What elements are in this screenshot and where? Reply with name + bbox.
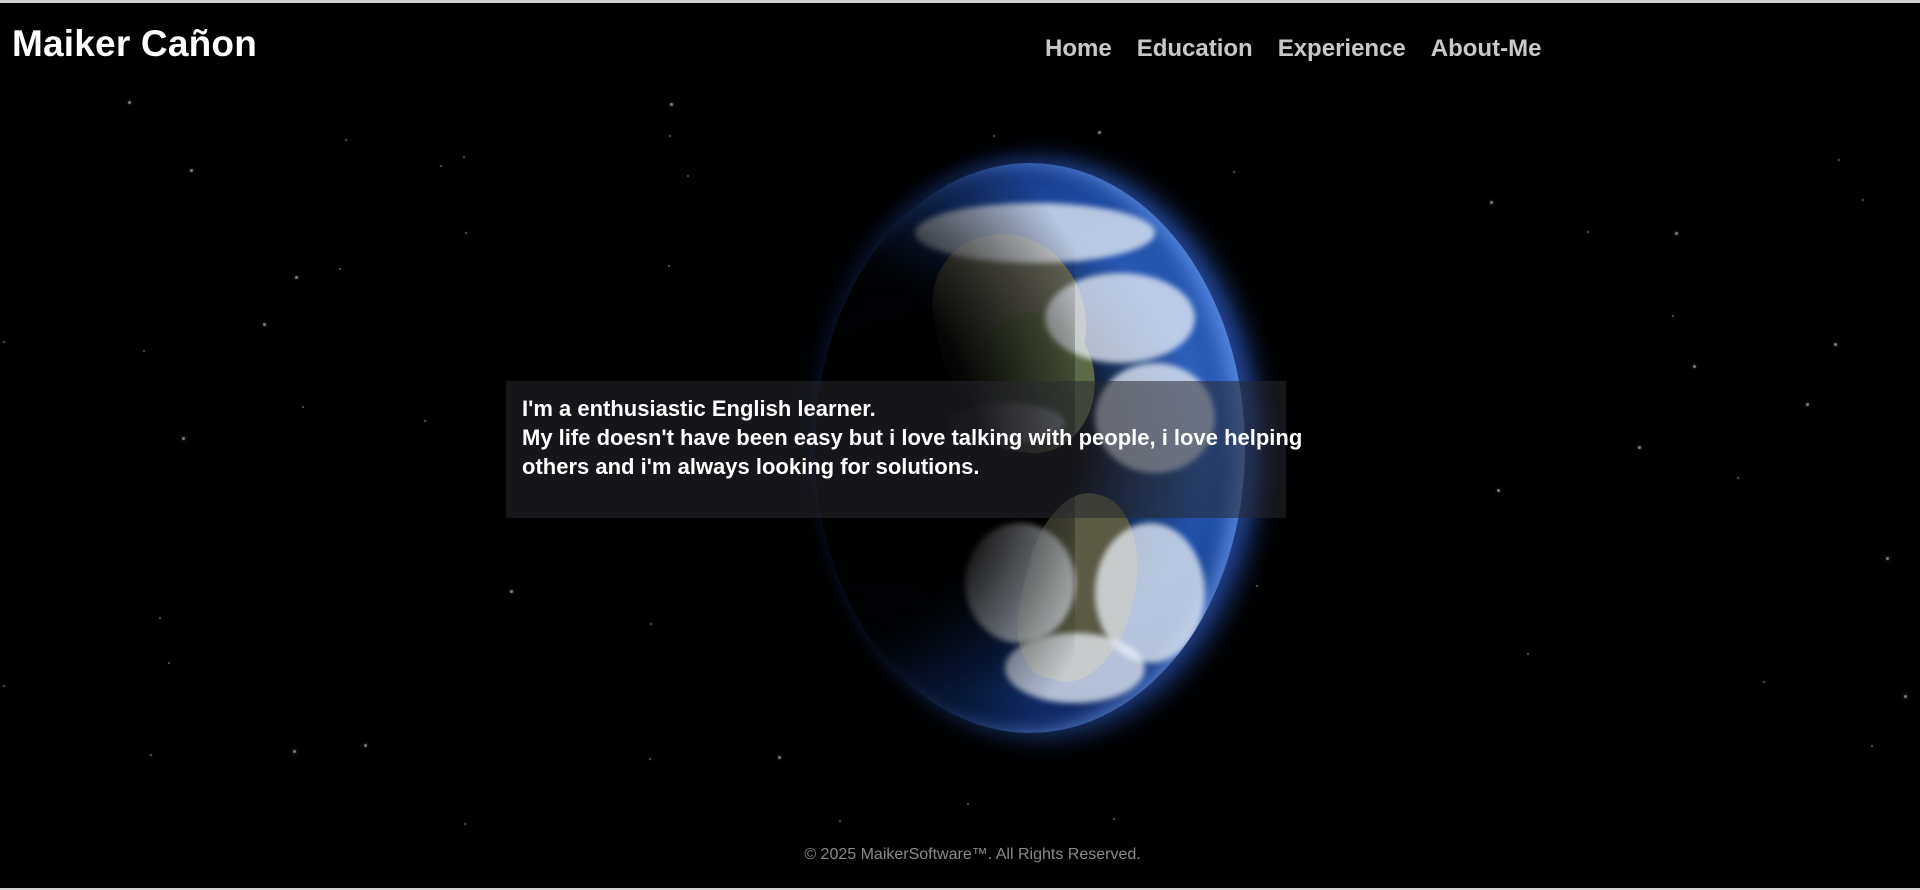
nav-link-education[interactable]: Education xyxy=(1137,35,1253,63)
nav-link-experience[interactable]: Experience xyxy=(1278,35,1406,63)
site-brand: Maiker Cañon xyxy=(12,23,258,64)
intro-text: I'm a enthusiastic English learner. My l… xyxy=(522,394,1392,481)
nav-link-about-me[interactable]: About-Me xyxy=(1431,35,1542,63)
intro-line-2: My life doesn't have been easy but i lov… xyxy=(522,425,1303,479)
footer-copyright: © 2025 MaikerSoftware™. All Rights Reser… xyxy=(804,846,1141,863)
page: Maiker Cañon Home Education Experience A… xyxy=(0,0,1920,890)
intro-line-1: I'm a enthusiastic English learner. xyxy=(522,396,876,421)
nav-link-home[interactable]: Home xyxy=(1045,35,1112,63)
main-nav: Home Education Experience About-Me xyxy=(1045,35,1566,63)
